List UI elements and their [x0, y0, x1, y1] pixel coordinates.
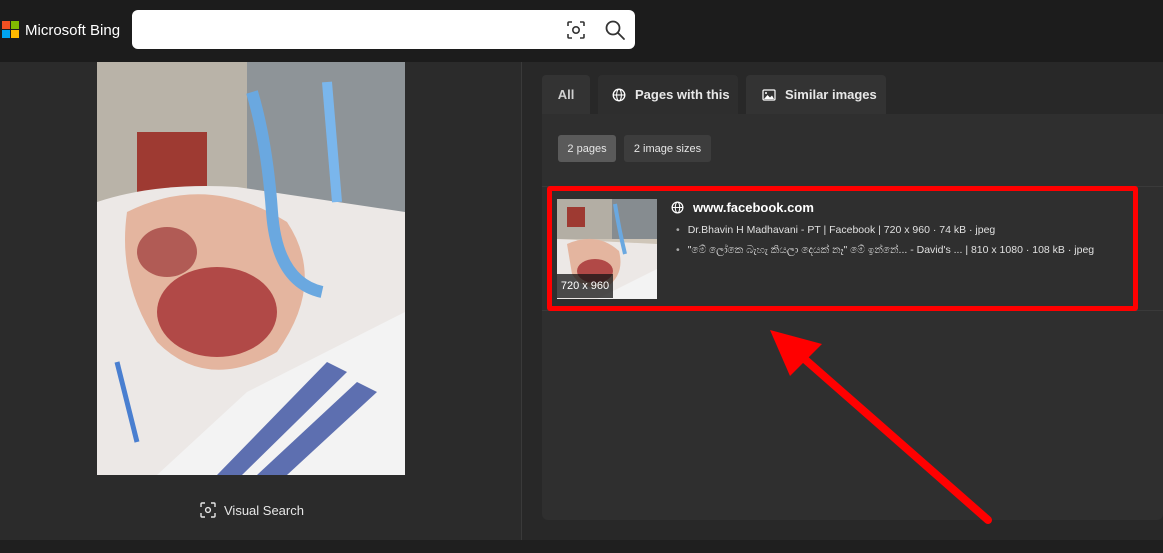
tab-pages-with-this[interactable]: Pages with this: [598, 75, 738, 114]
tab-all[interactable]: All: [542, 75, 590, 114]
tab-similar-label: Similar images: [785, 87, 877, 102]
tab-all-label: All: [557, 87, 575, 102]
filter-label: 2 pages: [567, 142, 607, 155]
red-arrow-annotation: [770, 330, 992, 524]
filter-2-pages[interactable]: 2 pages: [558, 135, 616, 162]
top-header: Microsoft Bing: [0, 0, 1163, 62]
main-image[interactable]: [97, 62, 405, 475]
red-highlight-box: [547, 186, 1138, 311]
search-icon[interactable]: [604, 19, 626, 41]
search-input[interactable]: [144, 18, 548, 42]
visual-search-label: Visual Search: [224, 502, 304, 518]
filter-2-image-sizes[interactable]: 2 image sizes: [624, 135, 711, 162]
microsoft-logo-icon: [2, 21, 20, 39]
visual-search-icon[interactable]: [566, 20, 586, 40]
filter-label: 2 image sizes: [633, 142, 702, 155]
bing-logo[interactable]: Microsoft Bing: [2, 21, 120, 39]
tab-pages-label: Pages with this: [635, 87, 730, 102]
globe-icon: [612, 88, 626, 101]
image-icon: [762, 88, 776, 101]
brand-name: Microsoft Bing: [25, 21, 121, 39]
visual-search-button[interactable]: Visual Search: [200, 502, 304, 518]
visual-search-icon: [200, 502, 216, 518]
bottom-strip: [0, 540, 1163, 553]
tab-similar-images[interactable]: Similar images: [746, 75, 886, 114]
search-box: [132, 10, 635, 49]
